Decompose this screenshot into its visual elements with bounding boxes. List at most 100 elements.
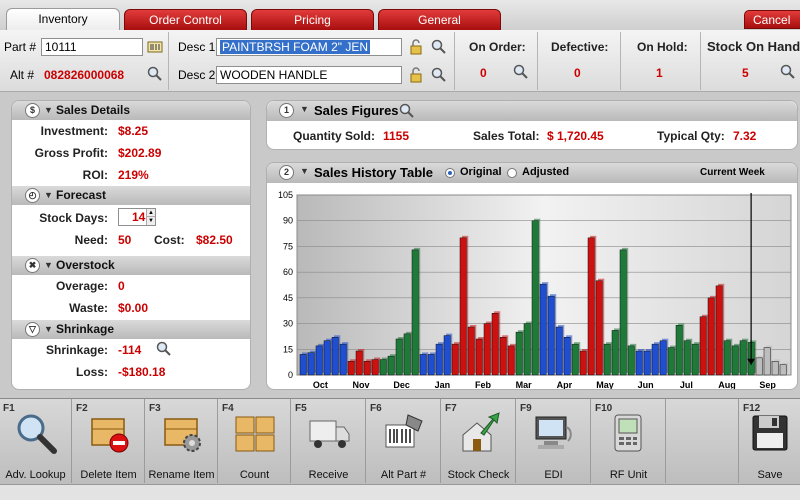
forecast-header[interactable]: ◴ ▼ Forecast (12, 186, 250, 205)
dollar-icon: $ (25, 103, 40, 118)
adjusted-radio[interactable] (507, 168, 517, 178)
tab-pricing[interactable]: Pricing (251, 9, 374, 30)
bar (755, 357, 763, 376)
shrinkage-icon: ▽ (25, 322, 40, 337)
save-button[interactable]: F12 Save (740, 399, 800, 483)
section-number-icon: 2 (279, 165, 294, 180)
investment-value: $8.25 (118, 124, 149, 138)
stock-search-icon[interactable] (780, 64, 796, 80)
alt-part-button[interactable]: F6 Alt Part # (367, 399, 441, 483)
y-tick-label: 90 (283, 216, 293, 226)
stock-days-label: Stock Days: (39, 211, 108, 225)
part-number-input[interactable]: 10111 (41, 38, 143, 56)
f5-key-label: F5 (295, 403, 307, 414)
rename-item-label: Rename Item (148, 469, 215, 481)
stock-days-stepper[interactable]: 14 ▲ ▼ (118, 208, 156, 226)
collapse-triangle-icon[interactable]: ▼ (44, 256, 53, 275)
x-tick-label: Jul (680, 380, 693, 390)
rf-unit-button[interactable]: F10 RF Unit (592, 399, 666, 483)
bar (739, 340, 747, 376)
x-tick-label: Dec (393, 380, 410, 390)
collapse-triangle-icon[interactable]: ▼ (300, 166, 309, 176)
cancel-button[interactable]: Cancel (744, 10, 800, 29)
tab-order-control[interactable]: Order Control (124, 9, 247, 30)
overstock-header[interactable]: ✖ ▼ Overstock (12, 256, 250, 275)
computer-icon (535, 416, 572, 449)
collapse-triangle-icon[interactable]: ▼ (44, 320, 53, 339)
barcode-icon[interactable] (147, 39, 163, 55)
receive-button[interactable]: F5 Receive (292, 399, 366, 483)
bar (619, 249, 627, 376)
boxes-icon (235, 416, 274, 452)
count-button[interactable]: F4 Count (219, 399, 291, 483)
edi-button[interactable]: F9 EDI (517, 399, 591, 483)
original-radio[interactable] (445, 168, 455, 178)
defective-label: Defective: (551, 40, 609, 54)
sales-history-chart: 0 15 30 45 60 75 90 105 Oct Nov Dec Jan Feb Mar Apr May… (278, 190, 792, 390)
bar (451, 343, 459, 376)
adv-lookup-button[interactable]: F1 Adv. Lookup (0, 399, 72, 483)
f9-key-label: F9 (520, 403, 532, 414)
shrinkage-header[interactable]: ▽ ▼ Shrinkage (12, 320, 250, 339)
bar (699, 316, 707, 376)
bar (331, 337, 339, 376)
desc2-input[interactable]: WOODEN HANDLE (216, 66, 402, 84)
bar (595, 280, 603, 376)
current-week-label: Current Week (700, 167, 765, 178)
truck-icon (309, 420, 349, 448)
loss-value: -$180.18 (118, 365, 166, 379)
sales-history-header[interactable]: 2 ▼ Sales History Table Original Adjuste… (267, 163, 797, 183)
stepper-down-icon[interactable]: ▼ (146, 217, 155, 225)
shrinkage-search-icon[interactable] (156, 341, 172, 357)
cost-label: Cost: (154, 233, 185, 247)
x-tick-label: Apr (557, 380, 573, 390)
bar (651, 343, 659, 376)
desc2-search-icon[interactable] (431, 67, 447, 83)
on-order-search-icon[interactable] (513, 64, 529, 80)
bar (515, 331, 523, 376)
bar (427, 354, 435, 376)
bar (323, 340, 331, 376)
bar (683, 340, 691, 376)
bar (459, 237, 467, 376)
sales-details-header[interactable]: $ ▼ Sales Details (12, 101, 250, 120)
sales-figures-header[interactable]: 1 ▼ Sales Figures (267, 101, 797, 121)
y-tick-label: 75 (283, 241, 293, 251)
tab-inventory[interactable]: Inventory (6, 8, 120, 31)
collapse-triangle-icon[interactable]: ▼ (44, 186, 53, 205)
collapse-triangle-icon[interactable]: ▼ (300, 104, 309, 114)
bar (555, 326, 563, 376)
gross-profit-label: Gross Profit: (34, 146, 108, 160)
x-tick-label: Nov (352, 380, 369, 390)
desc2-lock-icon[interactable] (408, 67, 424, 83)
desc1-search-icon[interactable] (431, 39, 447, 55)
stepper-up-icon[interactable]: ▲ (146, 209, 155, 217)
overstock-title: Overstock (56, 258, 115, 272)
gross-profit-value: $202.89 (118, 146, 162, 160)
bar (531, 220, 539, 376)
delete-item-label: Delete Item (80, 469, 137, 481)
bar (491, 313, 499, 376)
save-label: Save (757, 469, 783, 481)
rename-item-button[interactable]: F3 Rename Item (146, 399, 218, 483)
bar (379, 359, 387, 376)
sales-figures-search-icon[interactable] (399, 103, 415, 119)
x-tick-label: Oct (313, 380, 328, 390)
bar (675, 325, 683, 376)
bar (571, 343, 579, 376)
rf-unit-label: RF Unit (609, 469, 648, 481)
stock-check-button[interactable]: F7 Stock Check (442, 399, 516, 483)
y-tick-label: 105 (278, 190, 293, 200)
collapse-triangle-icon[interactable]: ▼ (44, 101, 53, 120)
waste-label: Waste: (69, 301, 108, 315)
desc1-input[interactable]: PAINTBRSH FOAM 2" JEN (216, 38, 402, 56)
x-tick-label: Sep (759, 380, 776, 390)
bar (339, 343, 347, 376)
alt-search-icon[interactable] (147, 66, 163, 82)
toolbar-empty-slot (667, 399, 739, 483)
receive-label: Receive (308, 469, 349, 481)
delete-item-button[interactable]: F2 Delete Item (73, 399, 145, 483)
section-number-icon: 1 (279, 103, 294, 118)
desc1-lock-icon[interactable] (408, 39, 424, 55)
tab-general[interactable]: General (378, 9, 501, 30)
